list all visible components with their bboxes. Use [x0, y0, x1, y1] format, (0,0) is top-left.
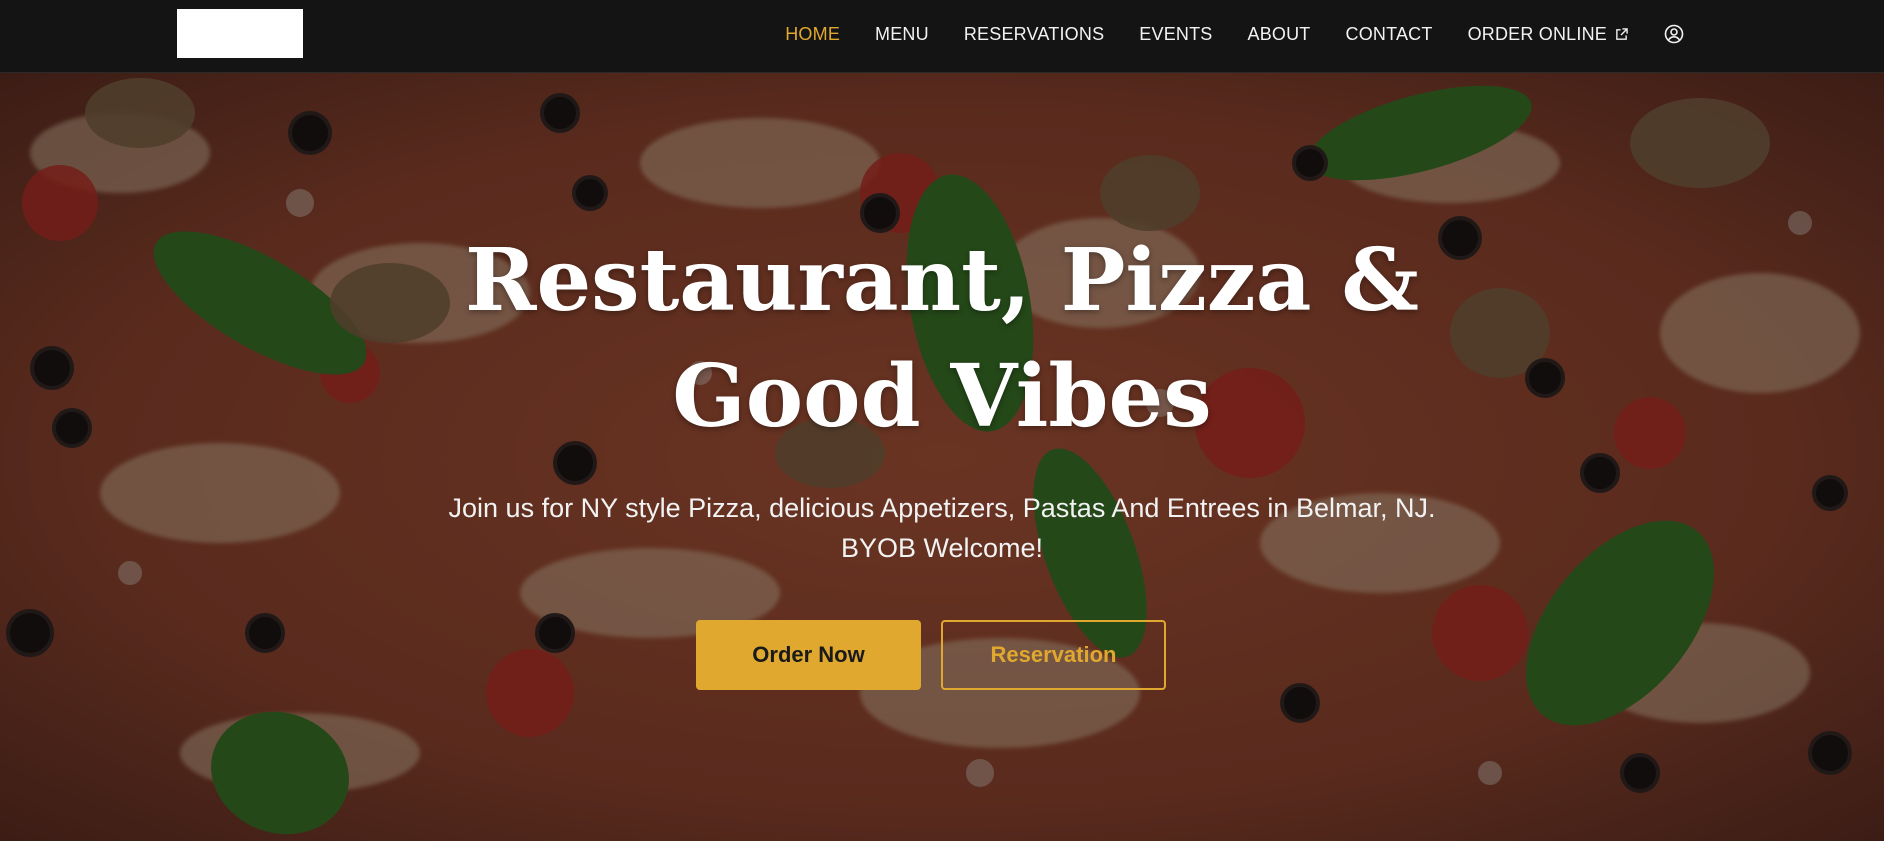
hero-dark-overlay [0, 73, 1884, 841]
nav-menu[interactable]: MENU [875, 24, 929, 45]
hero-subtitle-line-1: Join us for NY style Pizza, delicious Ap… [448, 493, 1436, 523]
user-circle-icon[interactable] [1664, 24, 1684, 44]
nav-order-online[interactable]: ORDER ONLINE [1468, 24, 1628, 45]
nav-order-online-label: ORDER ONLINE [1467, 23, 1607, 44]
site-logo[interactable] [177, 9, 303, 58]
hero-title: Restaurant, Pizza & Good Vibes [0, 223, 1884, 455]
hero-title-line-2: Good Vibes [672, 346, 1212, 447]
hero-section: Restaurant, Pizza & Good Vibes Join us f… [0, 73, 1884, 841]
nav-contact[interactable]: CONTACT [1346, 24, 1433, 45]
hero-buttons: Order Now Reservation [0, 620, 1884, 690]
top-navbar: HOME MENU RESERVATIONS EVENTS ABOUT CONT… [0, 0, 1884, 73]
main-nav: HOME MENU RESERVATIONS EVENTS ABOUT CONT… [750, 0, 1884, 68]
reservation-button[interactable]: Reservation [941, 620, 1166, 690]
nav-about[interactable]: ABOUT [1248, 24, 1311, 45]
nav-events[interactable]: EVENTS [1139, 24, 1212, 45]
nav-reservations[interactable]: RESERVATIONS [964, 24, 1104, 45]
hero-title-line-1: Restaurant, Pizza & [464, 230, 1420, 331]
hero-subtitle-line-2: BYOB Welcome! [840, 533, 1044, 563]
external-link-icon [1615, 27, 1628, 41]
nav-home[interactable]: HOME [785, 24, 840, 45]
order-now-button[interactable]: Order Now [696, 620, 921, 690]
hero-subtitle: Join us for NY style Pizza, delicious Ap… [0, 488, 1884, 568]
